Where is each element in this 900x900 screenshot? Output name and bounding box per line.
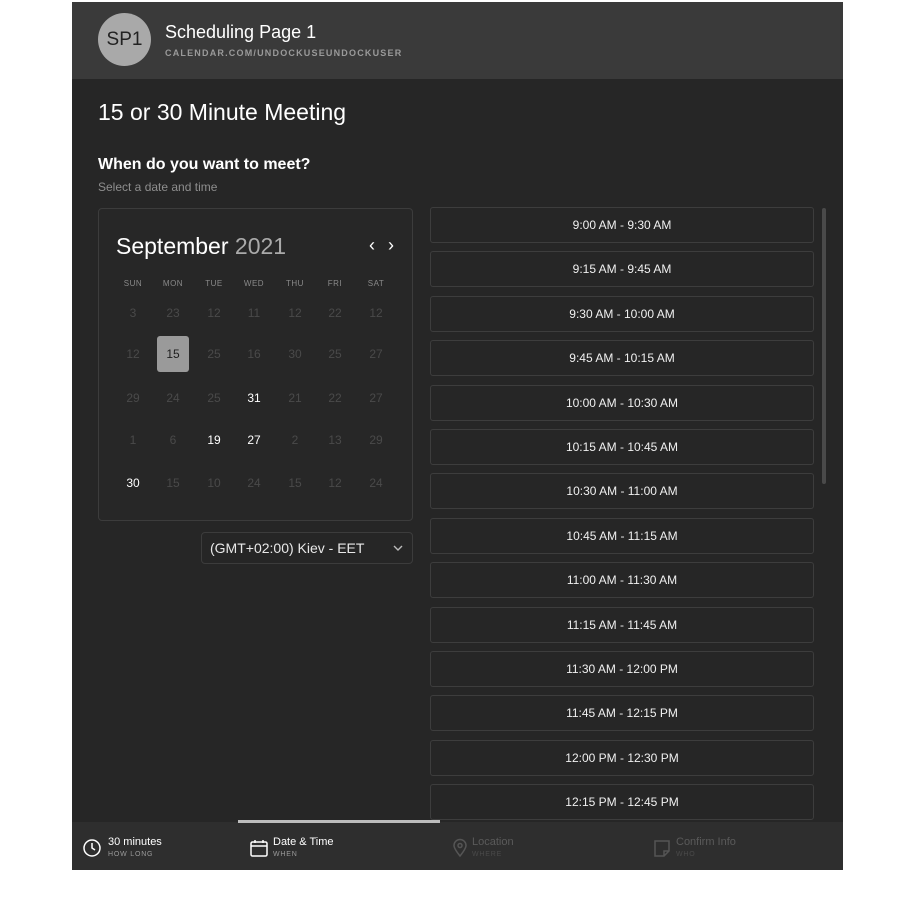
header-bar: SP1 Scheduling Page 1 CALENDAR.COM/UNDOC… <box>72 2 843 79</box>
step-sublabel: WHO <box>676 851 696 858</box>
calendar-day: 12 <box>126 347 140 361</box>
time-slot-button[interactable]: 9:45 AM - 10:15 AM <box>430 340 814 377</box>
calendar-day: 12 <box>207 306 221 320</box>
weekday-label: SUN <box>123 279 143 288</box>
time-slot-button[interactable]: 11:15 AM - 11:45 AM <box>430 606 814 643</box>
time-slot-list[interactable]: 9:00 AM - 9:30 AM 9:15 AM - 9:45 AM 9:30 A… <box>430 207 816 821</box>
date-picker: September 2021 ‹ › SUN MON TUE WED THU FRI SAT… <box>98 208 413 521</box>
time-slot-button[interactable]: 9:15 AM - 9:45 AM <box>430 251 814 288</box>
meeting-title: 15 or 30 Minute Meeting <box>98 99 347 125</box>
chevron-down-icon <box>392 533 404 574</box>
location-pin-icon <box>453 838 467 858</box>
calendar-day: 12 <box>369 306 383 320</box>
calendar-icon <box>250 840 268 857</box>
calendar-day: 6 <box>169 433 177 447</box>
note-icon <box>654 840 670 857</box>
calendar-day: 11 <box>247 306 261 320</box>
calendar-day: 24 <box>369 476 383 490</box>
calendar-day: 3 <box>129 306 137 320</box>
weekday-label: WED <box>243 279 265 288</box>
calendar-day: 21 <box>288 391 302 405</box>
calendar-day: 15 <box>166 476 180 490</box>
calendar-day: 23 <box>166 306 180 320</box>
weekday-label: THU <box>286 279 304 288</box>
step-location[interactable]: Location WHERE <box>450 822 600 870</box>
calendar-day: 13 <box>328 433 342 447</box>
avatar: SP1 <box>98 13 151 66</box>
step-bar: 30 minutes HOW LONG Date & Time WHEN Loc… <box>72 822 843 870</box>
step-confirm-info[interactable]: Confirm Info WHO <box>652 822 802 870</box>
calendar-day: 10 <box>207 476 221 490</box>
time-slot-button[interactable]: 10:45 AM - 11:15 AM <box>430 517 814 554</box>
scheduling-page-name: Scheduling Page 1 <box>165 22 317 42</box>
step-sublabel: WHERE <box>472 851 503 858</box>
calendar-month-label: September 2021 <box>116 233 286 260</box>
calendar-day: 29 <box>369 433 383 447</box>
step-date-time[interactable]: Date & Time WHEN <box>249 822 399 870</box>
scheduling-page-url: CALENDAR.COM/UNDOCKUSEUNDOCKUSER <box>165 48 403 58</box>
calendar-day: 15 <box>288 476 302 490</box>
time-slot-button[interactable]: 11:00 AM - 11:30 AM <box>430 562 814 599</box>
time-slot-button[interactable]: 12:00 PM - 12:30 PM <box>430 739 814 776</box>
calendar-day: 1 <box>129 433 137 447</box>
scheduling-app: SP1 Scheduling Page 1 CALENDAR.COM/UNDOC… <box>72 2 843 870</box>
calendar-day: 24 <box>166 391 180 405</box>
time-slot-button[interactable]: 9:00 AM - 9:30 AM <box>430 207 814 243</box>
clock-icon <box>83 839 101 857</box>
timezone-select[interactable]: (GMT+02:00) Kiev - EET <box>201 532 413 564</box>
time-slot-button[interactable]: 10:15 AM - 10:45 AM <box>430 429 814 465</box>
calendar-day: 25 <box>207 347 221 361</box>
time-slot-button[interactable]: 11:30 AM - 12:00 PM <box>430 651 814 687</box>
scrollbar[interactable] <box>822 208 826 484</box>
calendar-day: 30 <box>288 347 302 361</box>
month-name: September <box>116 233 229 259</box>
section-subheading: Select a date and time <box>98 180 218 194</box>
timezone-value: (GMT+02:00) Kiev - EET <box>210 540 365 556</box>
calendar-day[interactable]: 19 <box>198 422 230 458</box>
calendar-day: 16 <box>247 347 261 361</box>
previous-month-icon[interactable]: ‹ <box>369 235 375 256</box>
calendar-day: 25 <box>328 347 342 361</box>
time-slot-button[interactable]: 12:15 PM - 12:45 PM <box>430 784 814 821</box>
calendar-day[interactable]: 30 <box>117 465 149 501</box>
calendar-day: 22 <box>328 391 342 405</box>
weekday-label: TUE <box>205 279 223 288</box>
weekday-label: FRI <box>327 279 343 288</box>
step-sublabel: WHEN <box>273 851 298 858</box>
year-name: 2021 <box>234 233 287 259</box>
time-slot-button[interactable]: 10:00 AM - 10:30 AM <box>430 384 814 421</box>
time-slot-button[interactable]: 10:30 AM - 11:00 AM <box>430 473 814 510</box>
calendar-day: 27 <box>369 391 383 405</box>
step-duration[interactable]: 30 minutes HOW LONG <box>82 822 232 870</box>
time-slot-button[interactable]: 11:45 AM - 12:15 PM <box>430 695 814 732</box>
calendar-day: 24 <box>247 476 261 490</box>
step-label: Confirm Info <box>676 836 736 848</box>
active-step-indicator <box>238 820 440 823</box>
next-month-icon[interactable]: › <box>388 235 394 256</box>
calendar-day-selected[interactable]: 15 <box>157 336 189 372</box>
calendar-day: 12 <box>328 476 342 490</box>
calendar-day: 22 <box>328 306 342 320</box>
calendar-day[interactable]: 31 <box>238 380 270 416</box>
calendar-day: 29 <box>126 391 140 405</box>
step-label: Date & Time <box>273 836 334 848</box>
calendar-day: 25 <box>207 391 221 405</box>
section-heading: When do you want to meet? <box>98 156 311 173</box>
calendar-day: 2 <box>291 433 299 447</box>
calendar-day[interactable]: 27 <box>238 422 270 458</box>
weekday-label: SAT <box>367 279 385 288</box>
weekday-label: MON <box>162 279 184 288</box>
calendar-day: 27 <box>369 347 383 361</box>
time-slot-button[interactable]: 9:30 AM - 10:00 AM <box>430 295 814 332</box>
calendar-day: 12 <box>288 306 302 320</box>
step-sublabel: HOW LONG <box>108 851 154 858</box>
step-label: Location <box>472 836 514 848</box>
step-label: 30 minutes <box>108 836 162 848</box>
